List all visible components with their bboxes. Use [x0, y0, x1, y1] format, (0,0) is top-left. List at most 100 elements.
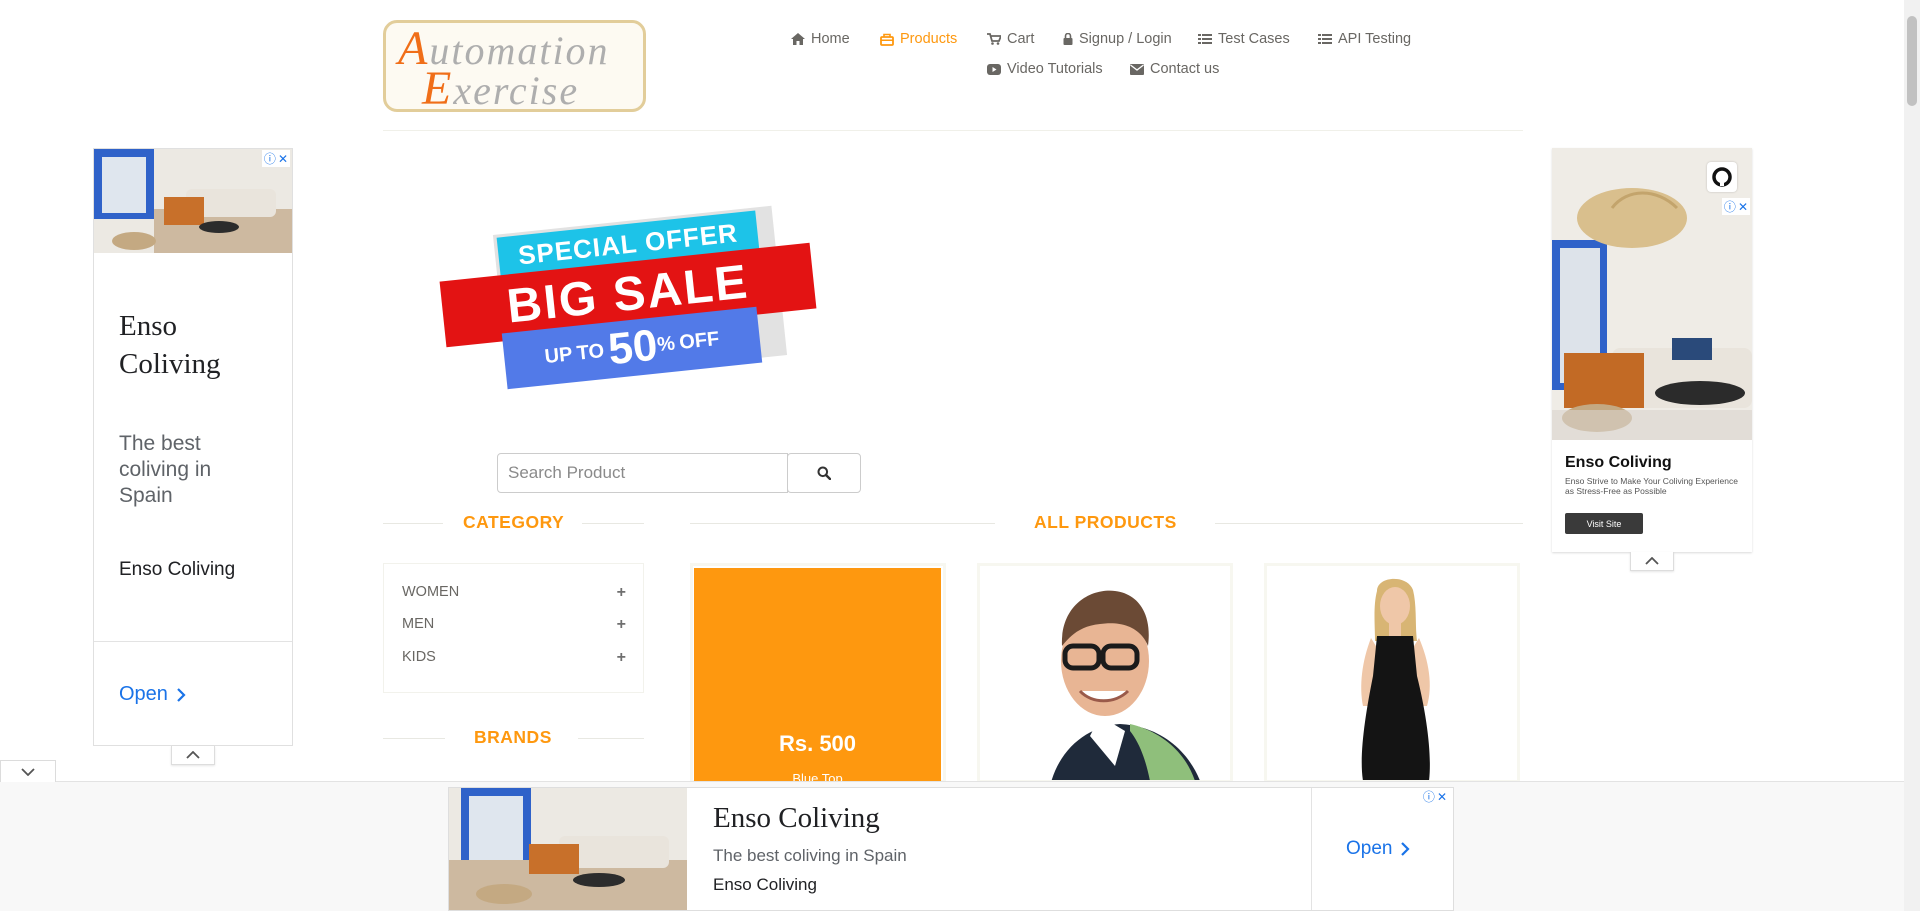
- banner-off: OFF: [678, 327, 721, 354]
- bottom-ad-toggle-button[interactable]: [0, 760, 56, 782]
- brands-rule-left: [383, 738, 445, 739]
- nav-video-tutorials-label: Video Tutorials: [1007, 61, 1103, 77]
- right-ad-collapse-button[interactable]: [1630, 552, 1674, 571]
- nav-home[interactable]: Home: [791, 31, 850, 47]
- product-card[interactable]: [1264, 563, 1520, 783]
- chevron-up-icon: [1645, 557, 1659, 565]
- nav-test-cases-label: Test Cases: [1218, 31, 1290, 47]
- right-advertisement[interactable]: ⓘ ✕ Enso Coliving Enso Strive to Make You…: [1552, 148, 1752, 552]
- category-women-label: WOMEN: [402, 584, 460, 600]
- living-room-image: [449, 788, 687, 910]
- nav-products-label: Products: [900, 31, 958, 47]
- category-panel: WOMEN + MEN + KIDS +: [383, 563, 644, 693]
- ad-open-button[interactable]: Open: [1346, 838, 1411, 860]
- nav-contact-us-label: Contact us: [1150, 61, 1220, 77]
- category-title: CATEGORY: [463, 512, 565, 532]
- products-rule-right: [1215, 523, 1523, 524]
- header-divider: [383, 130, 1523, 131]
- ad-title: Enso Coliving: [713, 802, 880, 834]
- ad-choices[interactable]: ⓘ ✕: [261, 150, 290, 167]
- logo-line-2: Exercise: [422, 62, 580, 115]
- nav-video-tutorials[interactable]: Video Tutorials: [987, 61, 1103, 77]
- page-scrollbar[interactable]: [1904, 0, 1920, 911]
- product-image-woman: [1267, 566, 1517, 780]
- category-women[interactable]: WOMEN +: [402, 584, 626, 602]
- chevron-right-icon: [1401, 842, 1411, 856]
- nav-home-label: Home: [811, 31, 850, 47]
- left-ad-collapse-button[interactable]: [171, 746, 215, 765]
- search-icon: [817, 466, 831, 480]
- nav-signup-login[interactable]: Signup / Login: [1063, 31, 1172, 47]
- chevron-right-icon: [177, 687, 186, 702]
- ad-choices[interactable]: ⓘ ✕: [1721, 198, 1750, 215]
- product-hover-overlay[interactable]: Rs. 500 Blue Top: [694, 568, 941, 786]
- category-kids-label: KIDS: [402, 649, 436, 665]
- ad-advertiser: Enso Coliving: [119, 559, 236, 580]
- product-price: Rs. 500: [778, 731, 857, 756]
- nav-cart[interactable]: Cart: [987, 31, 1034, 47]
- search-product-input[interactable]: [497, 453, 788, 493]
- ad-open-button[interactable]: Open: [119, 683, 186, 706]
- bottom-advertisement[interactable]: Enso Coliving The best coliving in Spain…: [448, 787, 1454, 911]
- search-button[interactable]: [787, 453, 861, 493]
- info-icon: ⓘ: [1723, 200, 1736, 214]
- left-advertisement[interactable]: ⓘ ✕ Enso Coliving The best coliving in Sp…: [93, 148, 293, 746]
- category-rule-right: [582, 523, 644, 524]
- banner-up: UP: [543, 343, 574, 369]
- plus-icon: +: [616, 649, 626, 666]
- list-icon: [1318, 34, 1332, 44]
- ad-subtitle: The best coliving in Spain: [713, 846, 907, 865]
- info-icon: ⓘ: [1422, 790, 1435, 804]
- ad-open-label: Open: [119, 683, 168, 705]
- ad-visit-site-button[interactable]: Visit Site: [1565, 513, 1643, 534]
- ad-open-label: Open: [1346, 838, 1393, 859]
- close-icon[interactable]: ✕: [278, 152, 288, 166]
- chevron-up-icon: [186, 751, 200, 759]
- advertiser-logo[interactable]: [1707, 162, 1737, 192]
- nav-contact-us[interactable]: Contact us: [1130, 61, 1219, 77]
- plus-icon: +: [616, 584, 626, 601]
- product-card[interactable]: [977, 563, 1233, 783]
- nav-signup-login-label: Signup / Login: [1079, 31, 1172, 47]
- chevron-down-icon: [21, 767, 35, 776]
- banner-percent: 50: [605, 320, 660, 375]
- nav-api-testing-label: API Testing: [1338, 31, 1412, 47]
- products-icon: [880, 33, 894, 46]
- banner-percent-sign: %: [656, 332, 677, 357]
- category-men[interactable]: MEN +: [402, 616, 626, 634]
- youtube-icon: [987, 63, 1001, 75]
- close-icon[interactable]: ✕: [1437, 790, 1447, 804]
- ad-subtitle: The best coliving in Spain: [119, 432, 212, 507]
- nav-api-testing[interactable]: API Testing: [1318, 31, 1411, 47]
- ad-photo: [449, 788, 687, 910]
- close-icon[interactable]: ✕: [1738, 200, 1748, 214]
- banner-to: TO: [575, 339, 606, 365]
- sale-banner: SPECIAL OFFER BIG SALE UP TO 50% OFF: [438, 205, 830, 390]
- nav-products[interactable]: Products: [880, 31, 957, 47]
- product-image-man: [980, 566, 1230, 780]
- nav-cart-label: Cart: [1007, 31, 1035, 47]
- ad-choices[interactable]: ⓘ ✕: [1420, 788, 1449, 805]
- category-men-label: MEN: [402, 616, 435, 632]
- ad-description: Enso Strive to Make Your Coliving Experi…: [1565, 476, 1738, 496]
- lock-icon: [1063, 33, 1073, 45]
- list-icon: [1198, 34, 1212, 44]
- brands-rule-right: [578, 738, 644, 739]
- category-kids[interactable]: KIDS +: [402, 649, 626, 667]
- home-icon: [791, 33, 805, 45]
- site-logo[interactable]: Automation Exercise: [383, 20, 646, 115]
- plus-icon: +: [616, 616, 626, 633]
- cart-icon: [987, 33, 1001, 45]
- enso-logo-icon: [1712, 167, 1732, 187]
- envelope-icon: [1130, 63, 1144, 75]
- products-rule-left: [690, 523, 995, 524]
- category-rule-left: [383, 523, 443, 524]
- ad-divider: [94, 641, 292, 642]
- all-products-title: ALL PRODUCTS: [1034, 512, 1177, 532]
- ad-title: Enso Coliving: [119, 310, 221, 380]
- scrollbar-thumb[interactable]: [1907, 16, 1917, 106]
- nav-test-cases[interactable]: Test Cases: [1198, 31, 1290, 47]
- ad-divider: [1311, 788, 1312, 910]
- ad-advertiser: Enso Coliving: [713, 875, 817, 894]
- ad-title: Enso Coliving: [1565, 454, 1672, 471]
